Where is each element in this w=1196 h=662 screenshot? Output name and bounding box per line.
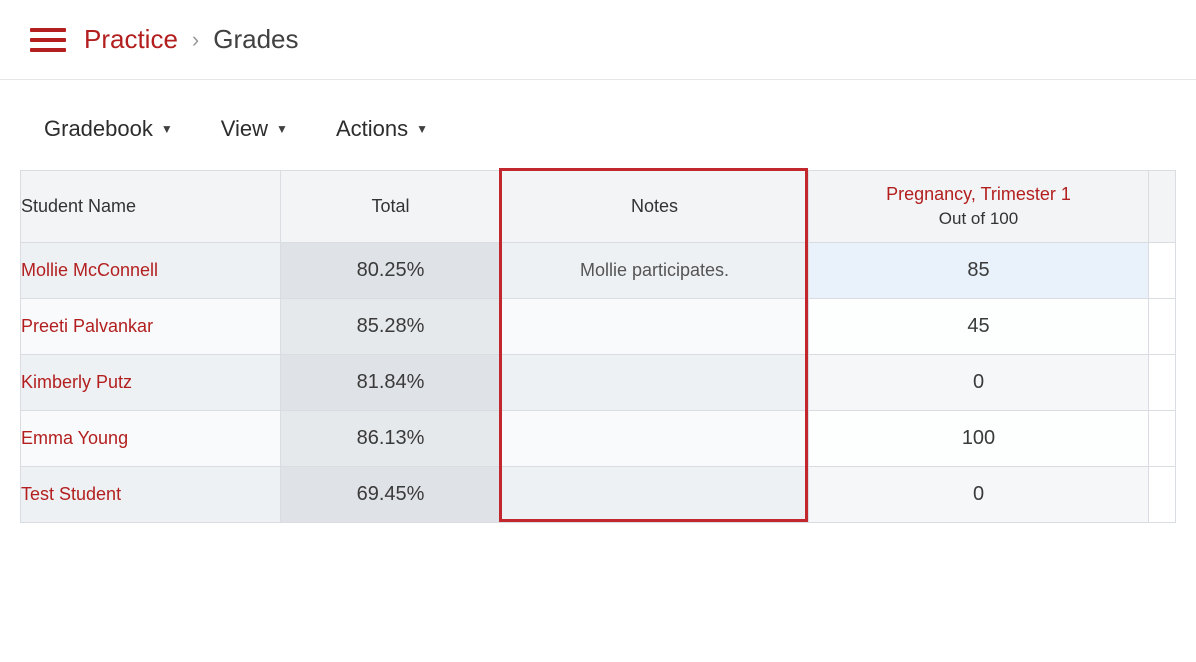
view-dropdown[interactable]: View ▼ <box>221 116 288 142</box>
page-header: Practice › Grades <box>0 0 1196 80</box>
grades-table: Student Name Total Notes Pregnancy, Trim… <box>20 170 1176 523</box>
student-name-link[interactable]: Preeti Palvankar <box>21 299 281 355</box>
notes-cell[interactable]: Mollie participates. <box>501 243 809 299</box>
spacer-cell <box>1149 355 1176 411</box>
breadcrumb-current: Grades <box>213 24 298 55</box>
notes-cell[interactable] <box>501 299 809 355</box>
score-cell[interactable]: 0 <box>809 467 1149 523</box>
col-student-name[interactable]: Student Name <box>21 171 281 243</box>
col-assignment[interactable]: Pregnancy, Trimester 1 Out of 100 <box>809 171 1149 243</box>
total-cell: 86.13% <box>281 411 501 467</box>
hamburger-menu-icon[interactable] <box>30 28 66 52</box>
table-header-row: Student Name Total Notes Pregnancy, Trim… <box>21 171 1176 243</box>
spacer-cell <box>1149 299 1176 355</box>
student-name-link[interactable]: Emma Young <box>21 411 281 467</box>
gradebook-toolbar: Gradebook ▼ View ▼ Actions ▼ <box>0 80 1196 170</box>
actions-dropdown[interactable]: Actions ▼ <box>336 116 428 142</box>
gradebook-label: Gradebook <box>44 116 153 142</box>
table-row: Emma Young86.13% 100 <box>21 411 1176 467</box>
notes-cell[interactable] <box>501 411 809 467</box>
notes-cell[interactable] <box>501 467 809 523</box>
spacer-cell <box>1149 243 1176 299</box>
actions-label: Actions <box>336 116 408 142</box>
col-notes[interactable]: Notes <box>501 171 809 243</box>
grades-table-container: Student Name Total Notes Pregnancy, Trim… <box>20 170 1176 523</box>
table-row: Mollie McConnell80.25%Mollie participate… <box>21 243 1176 299</box>
chevron-right-icon: › <box>192 27 199 53</box>
total-cell: 69.45% <box>281 467 501 523</box>
score-cell[interactable]: 0 <box>809 355 1149 411</box>
student-name-link[interactable]: Kimberly Putz <box>21 355 281 411</box>
caret-down-icon: ▼ <box>276 122 288 136</box>
col-spacer <box>1149 171 1176 243</box>
caret-down-icon: ▼ <box>416 122 428 136</box>
col-total[interactable]: Total <box>281 171 501 243</box>
score-cell[interactable]: 85 <box>809 243 1149 299</box>
caret-down-icon: ▼ <box>161 122 173 136</box>
assignment-subtitle: Out of 100 <box>809 209 1148 229</box>
spacer-cell <box>1149 467 1176 523</box>
breadcrumb: Practice › Grades <box>84 24 299 55</box>
score-cell[interactable]: 45 <box>809 299 1149 355</box>
table-row: Test Student69.45% 0 <box>21 467 1176 523</box>
assignment-title: Pregnancy, Trimester 1 <box>809 184 1148 205</box>
gradebook-dropdown[interactable]: Gradebook ▼ <box>44 116 173 142</box>
notes-cell[interactable] <box>501 355 809 411</box>
total-cell: 80.25% <box>281 243 501 299</box>
total-cell: 81.84% <box>281 355 501 411</box>
view-label: View <box>221 116 268 142</box>
breadcrumb-root-link[interactable]: Practice <box>84 24 178 55</box>
spacer-cell <box>1149 411 1176 467</box>
student-name-link[interactable]: Test Student <box>21 467 281 523</box>
score-cell[interactable]: 100 <box>809 411 1149 467</box>
student-name-link[interactable]: Mollie McConnell <box>21 243 281 299</box>
total-cell: 85.28% <box>281 299 501 355</box>
table-row: Preeti Palvankar85.28% 45 <box>21 299 1176 355</box>
table-row: Kimberly Putz81.84% 0 <box>21 355 1176 411</box>
